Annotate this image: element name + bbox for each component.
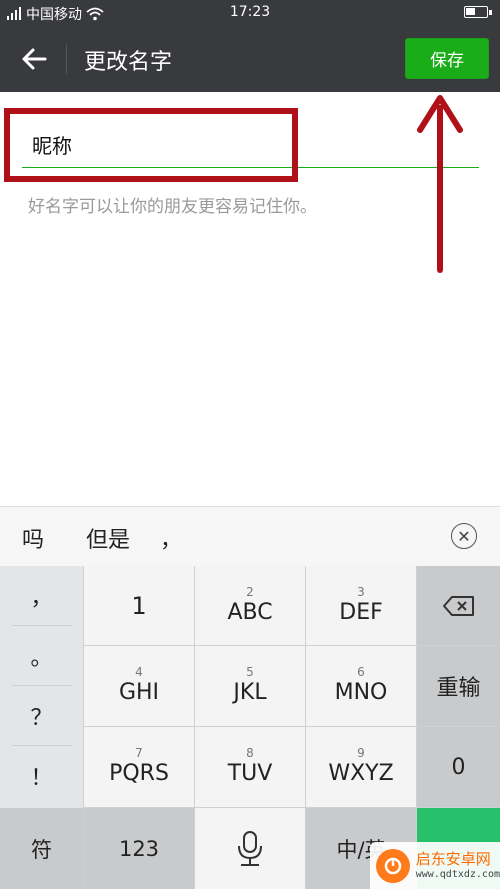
key-number: 4 xyxy=(135,665,143,679)
watermark-title: 启东安卓网 xyxy=(415,850,491,868)
candidate-word[interactable]: ， xyxy=(160,522,182,554)
watermark-url: www.qdtxdz.com xyxy=(415,869,500,880)
save-button[interactable]: 保存 xyxy=(405,38,489,79)
annotation-arrow-icon xyxy=(417,95,463,273)
key-label: PQRS xyxy=(109,761,169,786)
watermark: 启东安卓网 www.qdtxdz.com xyxy=(370,842,500,889)
key-pqrs[interactable]: 7 PQRS xyxy=(84,727,194,807)
key-jkl[interactable]: 5 JKL xyxy=(195,646,305,726)
key-wxyz[interactable]: 9 WXYZ xyxy=(306,727,416,807)
status-bar: 中国移动 17:23 xyxy=(0,0,500,26)
key-mno[interactable]: 6 MNO xyxy=(306,646,416,726)
key-zero[interactable]: 0 xyxy=(417,727,500,807)
reenter-key[interactable]: 重输 xyxy=(417,646,500,726)
title-divider xyxy=(66,44,67,74)
key-label: JKL xyxy=(233,680,267,705)
key-number: 2 xyxy=(246,584,254,599)
status-time: 17:23 xyxy=(229,4,271,20)
backspace-icon xyxy=(442,595,474,616)
key-number: 6 xyxy=(357,665,365,679)
key-label: DEF xyxy=(339,599,383,625)
punctuation-column: ， 。 ？ ！ xyxy=(0,566,83,808)
screen: 中国移动 17:23 更改名字 保存 好名字可以让你的朋友更容易记住你。 xyxy=(0,0,500,889)
candidate-bar: 吗 但是 ， xyxy=(0,506,500,566)
key-label: MNO xyxy=(334,680,388,705)
key-abc[interactable]: 2 ABC xyxy=(195,566,305,645)
candidate-word[interactable]: 但是 xyxy=(86,522,130,554)
key-1[interactable]: 1 xyxy=(84,566,194,645)
key-def[interactable]: 3 DEF xyxy=(306,566,416,645)
nickname-input[interactable] xyxy=(22,122,479,168)
battery-icon xyxy=(464,6,492,18)
watermark-logo-icon xyxy=(376,848,410,883)
candidate-word[interactable]: 吗 xyxy=(22,522,44,554)
voice-input-key[interactable] xyxy=(195,808,305,889)
key-label: GHI xyxy=(118,680,160,705)
key-number: 5 xyxy=(246,665,254,679)
microphone-icon xyxy=(238,830,262,866)
key-label: TUV xyxy=(227,761,273,786)
punct-key[interactable]: ！ xyxy=(0,746,83,806)
key-number: 7 xyxy=(135,746,143,760)
key-label: 1 xyxy=(131,591,147,620)
key-ghi[interactable]: 4 GHI xyxy=(84,646,194,726)
backspace-key[interactable] xyxy=(417,566,500,645)
key-number: 8 xyxy=(246,746,254,760)
punct-key[interactable]: 。 xyxy=(0,626,83,686)
back-button[interactable] xyxy=(14,39,54,79)
watermark-text: 启东安卓网 www.qdtxdz.com xyxy=(416,850,500,881)
key-tuv[interactable]: 8 TUV xyxy=(195,727,305,807)
name-hint: 好名字可以让你的朋友更容易记住你。 xyxy=(28,197,317,217)
punct-key[interactable]: ， xyxy=(0,566,83,626)
page-title: 更改名字 xyxy=(84,50,173,75)
back-arrow-icon xyxy=(22,48,47,70)
key-label: ABC xyxy=(227,599,273,625)
key-number: 9 xyxy=(357,746,365,760)
key-number: 3 xyxy=(357,584,365,599)
keyboard: ， 。 ？ ！ 1 2 ABC 3 DEF 4 GHI 5 JKL 6 MNO … xyxy=(0,566,500,889)
battery-level xyxy=(466,8,475,15)
clear-candidates-icon[interactable]: ✕ xyxy=(451,523,477,549)
key-label: WXYZ xyxy=(328,761,394,786)
symbol-key[interactable]: 符 xyxy=(0,808,83,889)
numbers-key[interactable]: 123 xyxy=(84,808,194,889)
title-bar: 更改名字 保存 xyxy=(0,26,500,92)
punct-key[interactable]: ？ xyxy=(0,686,83,746)
